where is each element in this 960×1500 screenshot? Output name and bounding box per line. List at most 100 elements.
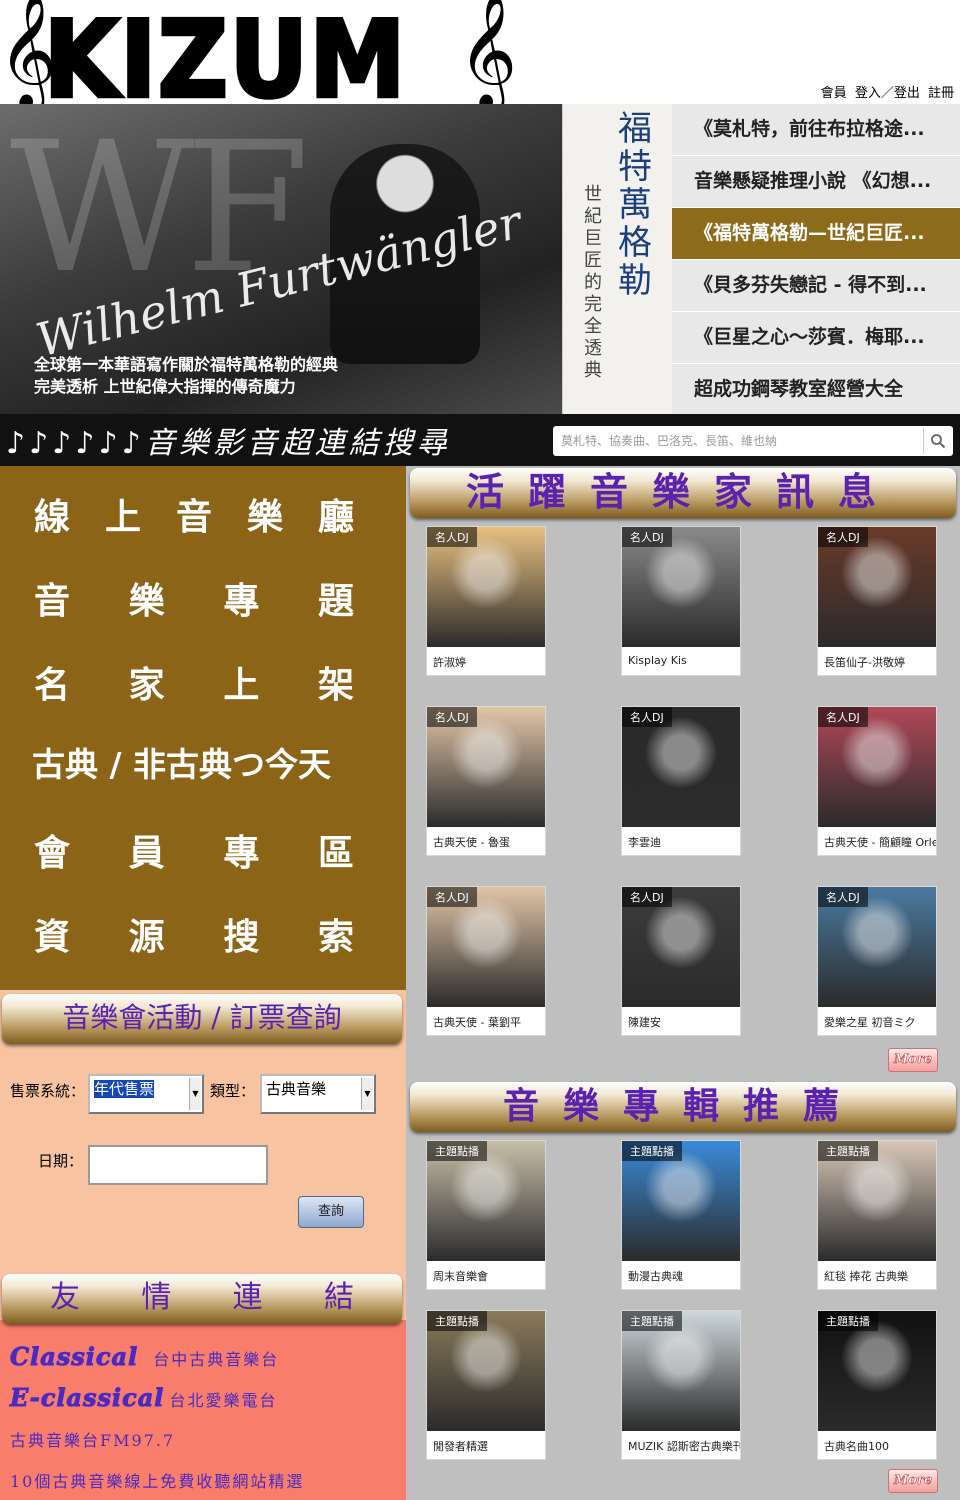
friend-link[interactable]: Classical 台中古典音樂台 xyxy=(9,1342,280,1372)
friend-link[interactable]: 10個古典音樂線上免費收聽網站精選 xyxy=(10,1468,304,1492)
musician-tag-badge: 名人DJ xyxy=(818,527,868,547)
friend-link[interactable]: E-classical 台北愛樂電台 xyxy=(9,1383,278,1413)
dropdown-arrow-icon: ▼ xyxy=(189,1078,201,1110)
album-card[interactable]: 主題點播 古典名曲100 xyxy=(817,1310,937,1460)
date-input[interactable] xyxy=(88,1145,268,1185)
concert-ticket-panel: 音樂會活動 / 訂票查詢 售票系統： 年代售票 ▼ 類型： 古典音樂 ▼ 日期：… xyxy=(0,990,406,1270)
login-link[interactable]: 登入／登出 xyxy=(855,86,920,101)
friend-links-panel: 友情連結 Classical 台中古典音樂台 E-classical 台北愛樂電… xyxy=(0,1270,406,1500)
concert-panel-title: 音樂會活動 / 訂票查詢 xyxy=(2,994,402,1044)
musician-tag-badge: 名人DJ xyxy=(427,527,477,547)
member-link[interactable]: 會員 xyxy=(821,86,847,101)
book-list-item[interactable]: 《貝多芬失戀記 - 得不到... xyxy=(672,260,960,311)
book-list-item[interactable]: 《莫札特，前往布拉格途... xyxy=(672,104,960,155)
friend-link-brand: E-classical xyxy=(9,1383,165,1413)
musician-tag-badge: 名人DJ xyxy=(622,527,672,547)
musician-card[interactable]: 名人DJ 許淑婷 xyxy=(426,526,546,676)
book-list-item[interactable]: 音樂懸疑推理小說 《幻想... xyxy=(672,156,960,207)
type-select[interactable]: 古典音樂 ▼ xyxy=(260,1074,376,1114)
albums-section-title: 音樂專輯推薦 xyxy=(410,1082,956,1132)
albums-more-button[interactable]: More xyxy=(888,1469,938,1493)
album-tag-badge: 主題點播 xyxy=(622,1141,682,1161)
nav-item[interactable]: 會員專區 xyxy=(34,824,354,884)
ticket-system-value: 年代售票 xyxy=(94,1080,155,1098)
site-header: 𝄞 KIZUM 𝄞 會員 登入／登出 註冊 xyxy=(0,0,960,123)
musician-card[interactable]: 名人DJ Kisplay Kis xyxy=(621,526,741,676)
book-cover-spine: 世紀巨匠的完全透典 福特萬格勒 xyxy=(562,104,672,414)
musician-name: 長笛仙子-洪敬婷 xyxy=(824,656,905,669)
register-link[interactable]: 註冊 xyxy=(928,86,954,101)
musician-name: 古典天使 - 魯蛋 xyxy=(433,836,510,849)
album-name: 周末音樂會 xyxy=(433,1270,488,1283)
nav-item[interactable]: 資源搜索 xyxy=(34,908,354,968)
musician-tag-badge: 名人DJ xyxy=(622,887,672,907)
album-card[interactable]: 主題點播 紅毯 捧花 古典樂 xyxy=(817,1140,937,1290)
album-card[interactable]: 主題點播動漫古典魂 xyxy=(621,1140,741,1290)
musician-tag-badge: 名人DJ xyxy=(427,887,477,907)
album-card[interactable]: 主題點播周末音樂會 xyxy=(426,1140,546,1290)
dropdown-arrow-icon: ▼ xyxy=(361,1078,373,1110)
friend-link[interactable]: 古典音樂台FM97.7 xyxy=(10,1427,175,1451)
musician-name: Kisplay Kis xyxy=(628,654,687,667)
book-list-item[interactable]: 超成功鋼琴教室經營大全 xyxy=(672,364,960,415)
book-list-item[interactable]: 《福特萬格勒—世紀巨匠... xyxy=(672,208,960,259)
musician-card[interactable]: 名人DJ 長笛仙子-洪敬婷 xyxy=(817,526,937,676)
musicians-more-button[interactable]: More xyxy=(888,1048,938,1072)
musician-tag-badge: 名人DJ xyxy=(622,707,672,727)
musician-tag-badge: 名人DJ xyxy=(427,707,477,727)
musician-tag-badge: 名人DJ xyxy=(818,887,868,907)
hero-caption-line: 完美透析 上世紀偉大指揮的傳奇魔力 xyxy=(34,377,296,396)
member-links: 會員 登入／登出 註冊 xyxy=(817,82,954,101)
ticket-system-select[interactable]: 年代售票 ▼ xyxy=(88,1074,204,1114)
album-name: MUZIK 認斯密古典樂刊 xyxy=(628,1440,740,1453)
friend-link-label: 台中古典音樂台 xyxy=(153,1350,280,1369)
book-list-item[interactable]: 《巨星之心～莎賓．梅耶... xyxy=(672,312,960,363)
search-input[interactable] xyxy=(561,430,911,452)
type-value: 古典音樂 xyxy=(266,1080,327,1098)
musician-card[interactable]: 名人DJ 李雲迪 xyxy=(621,706,741,856)
album-card[interactable]: 主題點播 MUZIK 認斯密古典樂刊 xyxy=(621,1310,741,1460)
nav-item[interactable]: 音樂專題 xyxy=(34,572,354,632)
album-tag-badge: 主題點播 xyxy=(818,1311,878,1331)
search-title: ♪♪♪♪♪♪音樂影音超連結搜尋 xyxy=(6,426,451,461)
musician-name: 愛樂之星 初音ミク xyxy=(824,1016,916,1029)
nav-item[interactable]: 古典 / 非古典つ今天 xyxy=(32,738,352,798)
album-tag-badge: 主題點播 xyxy=(427,1311,487,1331)
ticket-system-label: 售票系統： xyxy=(10,1082,86,1100)
musician-card[interactable]: 名人DJ 古典天使 - 魯蛋 xyxy=(426,706,546,856)
hero-image[interactable]: WF Wilhelm Furtwängler 全球第一本華語寫作關於福特萬格勒的… xyxy=(0,104,562,414)
friend-link-label: 古典音樂台FM97.7 xyxy=(10,1431,176,1450)
featured-banner: WF Wilhelm Furtwängler 全球第一本華語寫作關於福特萬格勒的… xyxy=(0,104,960,415)
book-subtitle: 世紀巨匠的完全透典 xyxy=(584,184,602,381)
musician-name: 古典天使 - 葉劉平 xyxy=(433,1016,521,1029)
album-tag-badge: 主題點播 xyxy=(427,1141,487,1161)
musician-card[interactable]: 名人DJ 古典天使 - 簡顧瞳 Orleum CHIEN xyxy=(817,706,937,856)
musician-name: 李雲迪 xyxy=(628,836,661,849)
album-tag-badge: 主題點播 xyxy=(818,1141,878,1161)
nav-item[interactable]: 名家上架 xyxy=(34,656,354,716)
treble-clef-icon: 𝄞 xyxy=(458,0,518,108)
search-bar: ♪♪♪♪♪♪音樂影音超連結搜尋 xyxy=(0,414,960,466)
musician-card[interactable]: 名人DJ 古典天使 - 葉劉平 xyxy=(426,886,546,1036)
type-label: 類型： xyxy=(210,1082,256,1100)
musician-card[interactable]: 名人DJ 愛樂之星 初音ミク xyxy=(817,886,937,1036)
search-icon xyxy=(930,434,945,449)
musician-card[interactable]: 名人DJ 陳建安 xyxy=(621,886,741,1036)
main-nav: 線上音樂廳音樂專題名家上架古典 / 非古典つ今天 會員專區資源搜索 xyxy=(0,466,406,990)
friend-link-label: 10個古典音樂線上免費收聽網站精選 xyxy=(10,1472,305,1491)
musician-name: 陳建安 xyxy=(628,1016,661,1029)
nav-item[interactable]: 線上音樂廳 xyxy=(34,488,354,548)
album-tag-badge: 主題點播 xyxy=(622,1311,682,1331)
musician-name: 古典天使 - 簡顧瞳 Orleum CHIEN xyxy=(824,836,936,849)
album-card[interactable]: 主題點播閒發者精選 xyxy=(426,1310,546,1460)
friend-link-label: 台北愛樂電台 xyxy=(169,1391,278,1410)
album-name: 動漫古典魂 xyxy=(628,1270,683,1283)
search-button[interactable] xyxy=(923,428,951,454)
date-label: 日期： xyxy=(38,1152,84,1170)
musician-tag-badge: 名人DJ xyxy=(818,707,868,727)
book-title: 福特萬格勒 xyxy=(618,109,652,301)
friend-link-brand: Classical xyxy=(9,1342,139,1372)
album-name: 閒發者精選 xyxy=(433,1440,488,1453)
hero-caption-line: 全球第一本華語寫作關於福特萬格勒的經典 xyxy=(34,355,339,374)
query-button[interactable]: 查詢 xyxy=(298,1196,364,1228)
